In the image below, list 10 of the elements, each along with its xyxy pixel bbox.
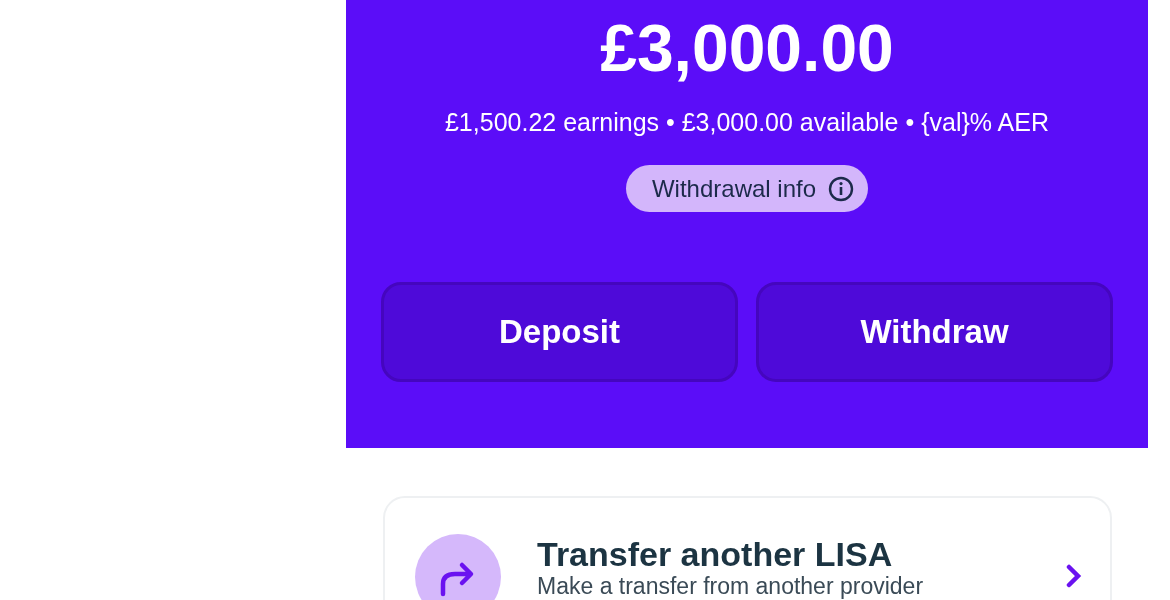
info-icon xyxy=(828,175,855,202)
transfer-card[interactable]: Transfer another LISA Make a transfer from another provider xyxy=(383,496,1112,600)
action-button[interactable]: Withdraw xyxy=(756,282,1113,382)
balance-summary: £1,500.22 earnings • £3,000.00 available • {val}% AER xyxy=(444,108,1050,137)
card-title: Transfer another LISA xyxy=(537,534,894,574)
action-button[interactable]: Deposit xyxy=(381,282,738,382)
chevron-right-icon xyxy=(1066,564,1082,588)
balance-amount: £3,000.00 xyxy=(600,10,894,87)
card-subtitle: Make a transfer from another provider xyxy=(537,574,925,598)
withdrawal-info-button[interactable]: Withdrawal info xyxy=(625,165,869,212)
